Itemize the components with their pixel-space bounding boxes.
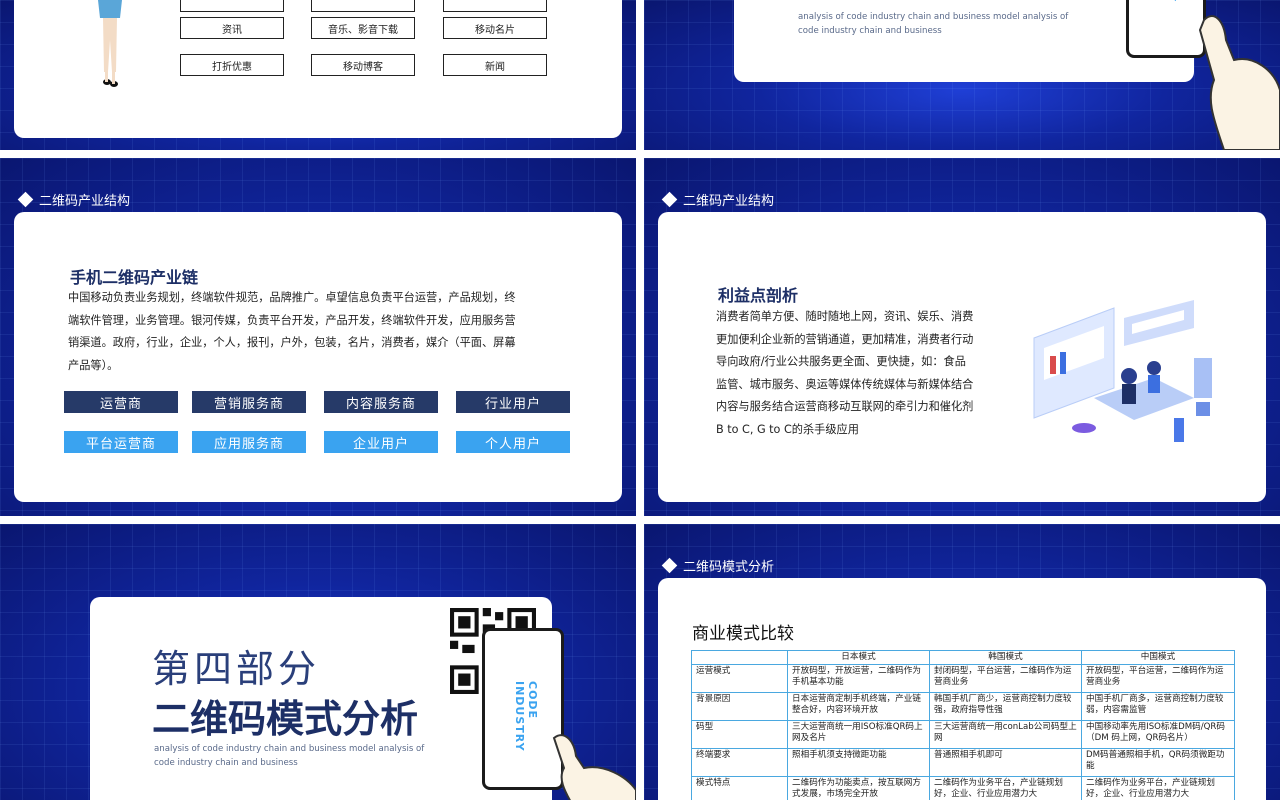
table-row: 运营模式 开放码型，开放运营，二维码作为手机基本功能 封闭码型，平台运营，二维码… bbox=[691, 664, 1235, 693]
diamond-icon bbox=[661, 557, 678, 574]
paragraph-line: 中国移动负责业务规划，终端软件规范，品牌推广。卓望信息负责平台运营，产品规划，终 bbox=[68, 291, 516, 304]
box-button-top-1[interactable] bbox=[180, 0, 284, 12]
table-cell: 中国移动率先用ISO标准DM码/QR码（DM 码上网，QR码名片） bbox=[1081, 720, 1235, 749]
table-cell: 韩国手机厂商少，运营商控制力度较强，政府指导性强 bbox=[929, 692, 1082, 721]
tag-industry-user[interactable]: 行业用户 bbox=[456, 391, 570, 413]
paragraph-line: 消费者简单方便、随时随地上网，资讯、娱乐、消费 bbox=[716, 310, 974, 323]
part-title: 第四部分 bbox=[152, 647, 321, 691]
table-cell: 终端要求 bbox=[691, 748, 788, 777]
content-paragraph: 消费者简单方便、随时随地上网，资讯、娱乐、消费 更加便利企业新的营销通道，更加精… bbox=[716, 306, 1016, 441]
table-cell: 二维码作为功能卖点，按互联网方式发展，市场完全开放 bbox=[787, 776, 930, 800]
slide-thumbnail-5[interactable]: 第四部分 二维码模式分析 analysis of code industry c… bbox=[0, 524, 636, 800]
section-title: 二维码产业结构 bbox=[661, 190, 775, 209]
table-heading: 商业模式比较 bbox=[692, 624, 794, 644]
table-row: 模式特点 二维码作为功能卖点，按互联网方式发展，市场完全开放 二维码作为业务平台… bbox=[691, 776, 1235, 800]
table-cell: 照相手机须支持微距功能 bbox=[787, 748, 930, 777]
section-title-text: 二维码模式分析 bbox=[683, 560, 775, 575]
phone-screen-label: Y bbox=[1165, 0, 1178, 2]
paragraph-line: 更加便利企业新的营销通道，更加精准，消费者行动 bbox=[716, 332, 974, 346]
box-button-top-2[interactable] bbox=[311, 0, 415, 12]
tag-enterprise-user[interactable]: 企业用户 bbox=[324, 431, 438, 453]
english-subtitle-line-1: analysis of code industry chain and busi… bbox=[798, 12, 1069, 22]
content-heading: 手机二维码产业链 bbox=[70, 268, 199, 287]
english-subtitle-line-2: code industry chain and business bbox=[798, 26, 942, 36]
box-button-news-info[interactable]: 资讯 bbox=[180, 17, 284, 39]
tag-operator[interactable]: 运营商 bbox=[64, 391, 178, 413]
paragraph-line: 内容与服务结合运营商移动互联网的牵引力和催化剂 bbox=[716, 400, 974, 413]
table-cell: 运营模式 bbox=[691, 664, 788, 693]
section-title-text: 二维码产业结构 bbox=[39, 194, 131, 209]
tag-content-provider[interactable]: 内容服务商 bbox=[324, 391, 438, 413]
table-row: 背景原因 日本运营商定制手机终端，产业链整合好，内容环境开放 韩国手机厂商少，运… bbox=[691, 692, 1235, 721]
tag-app-provider[interactable]: 应用服务商 bbox=[192, 431, 306, 453]
table-cell: DM码普通照相手机，QR码须微距功能 bbox=[1081, 748, 1235, 777]
table-header-cell: 中国模式 bbox=[1081, 650, 1235, 665]
slide-thumbnail-2[interactable]: analysis of code industry chain and busi… bbox=[644, 0, 1280, 150]
table-cell: 开放码型，开放运营，二维码作为手机基本功能 bbox=[787, 664, 930, 693]
content-paragraph: 中国移动负责业务规划，终端软件规范，品牌推广。卓望信息负责平台运营，产品规划，终… bbox=[68, 287, 568, 377]
diamond-icon bbox=[661, 191, 678, 208]
hand-illustration bbox=[1198, 15, 1280, 150]
tag-marketing-provider[interactable]: 营销服务商 bbox=[192, 391, 306, 413]
table-cell: 二维码作为业务平台，产业链规划好，企业、行业应用潜力大 bbox=[1081, 776, 1235, 800]
table-cell: 三大运营商统一用conLab公司码型上网 bbox=[929, 720, 1082, 749]
table-cell: 三大运营商统一用ISO标准QR码上网及名片 bbox=[787, 720, 930, 749]
table-cell: 日本运营商定制手机终端，产业链整合好，内容环境开放 bbox=[787, 692, 930, 721]
woman-figure-illustration bbox=[98, 0, 122, 87]
box-button-music-download[interactable]: 音乐、影音下载 bbox=[311, 17, 415, 39]
box-button-mobile-card[interactable]: 移动名片 bbox=[443, 17, 547, 39]
english-subtitle-line-2: code industry chain and business bbox=[154, 758, 298, 768]
table-header-row: 日本模式 韩国模式 中国模式 bbox=[691, 650, 1235, 665]
table-header-cell bbox=[691, 650, 788, 665]
slide-thumbnail-6[interactable]: 二维码模式分析 商业模式比较 日本模式 韩国模式 中国模式 运营模式 开放码型，… bbox=[644, 524, 1280, 800]
phone-screen-label: CODE INDUSTRY bbox=[513, 681, 539, 752]
table-cell: 普通照相手机即可 bbox=[929, 748, 1082, 777]
box-button-news[interactable]: 新闻 bbox=[443, 54, 547, 76]
paragraph-line: 销渠道。政府，行业，企业，个人，报刊，户外，包装，名片，消费者，媒介（平面、屏幕 bbox=[68, 336, 516, 349]
box-button-top-3[interactable] bbox=[443, 0, 547, 12]
hand-illustration bbox=[552, 734, 636, 800]
slide-thumbnail-4[interactable]: 二维码产业结构 利益点剖析 消费者简单方便、随时随地上网，资讯、娱乐、消费 更加… bbox=[644, 158, 1280, 516]
english-subtitle-line-1: analysis of code industry chain and busi… bbox=[154, 744, 425, 754]
section-title-text: 二维码产业结构 bbox=[683, 194, 775, 209]
section-main-title: 二维码模式分析 bbox=[152, 697, 419, 741]
comparison-table: 日本模式 韩国模式 中国模式 运营模式 开放码型，开放运营，二维码作为手机基本功… bbox=[691, 650, 1235, 800]
table-header-cell: 日本模式 bbox=[787, 650, 930, 665]
section-title: 二维码产业结构 bbox=[17, 190, 131, 209]
table-row: 终端要求 照相手机须支持微距功能 普通照相手机即可 DM码普通照相手机，QR码须… bbox=[691, 748, 1235, 777]
paragraph-line: 产品等）。 bbox=[68, 358, 119, 372]
tag-platform-operator[interactable]: 平台运营商 bbox=[64, 431, 178, 453]
slide-thumbnail-3[interactable]: 二维码产业结构 手机二维码产业链 中国移动负责业务规划，终端软件规范，品牌推广。… bbox=[0, 158, 636, 516]
table-cell: 模式特点 bbox=[691, 776, 788, 800]
slide-thumbnail-1[interactable]: 资讯 音乐、影音下载 移动名片 打折优惠 移动博客 新闻 bbox=[0, 0, 636, 150]
paragraph-line: B to C, G to C的杀手级应用 bbox=[716, 422, 859, 436]
tag-personal-user[interactable]: 个人用户 bbox=[456, 431, 570, 453]
table-cell: 封闭码型，平台运营，二维码作为运营商业务 bbox=[929, 664, 1082, 693]
paragraph-line: 监管、城市服务、奥运等媒体传统媒体与新媒体结合 bbox=[716, 377, 974, 391]
box-button-discount[interactable]: 打折优惠 bbox=[180, 54, 284, 76]
table-cell: 中国手机厂商多，运营商控制力度较弱，内容需监管 bbox=[1081, 692, 1235, 721]
table-cell: 二维码作为业务平台，产业链规划好，企业、行业应用潜力大 bbox=[929, 776, 1082, 800]
table-row: 码型 三大运营商统一用ISO标准QR码上网及名片 三大运营商统一用conLab公… bbox=[691, 720, 1235, 749]
diamond-icon bbox=[17, 191, 34, 208]
table-header-cell: 韩国模式 bbox=[929, 650, 1082, 665]
section-title: 二维码模式分析 bbox=[661, 556, 775, 575]
content-heading: 利益点剖析 bbox=[718, 286, 799, 305]
paragraph-line: 导向政府/行业公共服务更全面、更快捷，如：食品 bbox=[716, 355, 966, 368]
table-cell: 开放码型，平台运营，二维码作为运营商业务 bbox=[1081, 664, 1235, 693]
table-cell: 码型 bbox=[691, 720, 788, 749]
box-button-mobile-blog[interactable]: 移动博客 bbox=[311, 54, 415, 76]
isometric-workspace-illustration bbox=[1033, 300, 1212, 442]
slide-grid: 资讯 音乐、影音下载 移动名片 打折优惠 移动博客 新闻 analysis of… bbox=[0, 0, 1280, 800]
table-cell: 背景原因 bbox=[691, 692, 788, 721]
paragraph-line: 端软件管理，业务管理。银河传媒，负责平台开发，产品开发，终端软件开发，应用服务营 bbox=[68, 313, 516, 327]
